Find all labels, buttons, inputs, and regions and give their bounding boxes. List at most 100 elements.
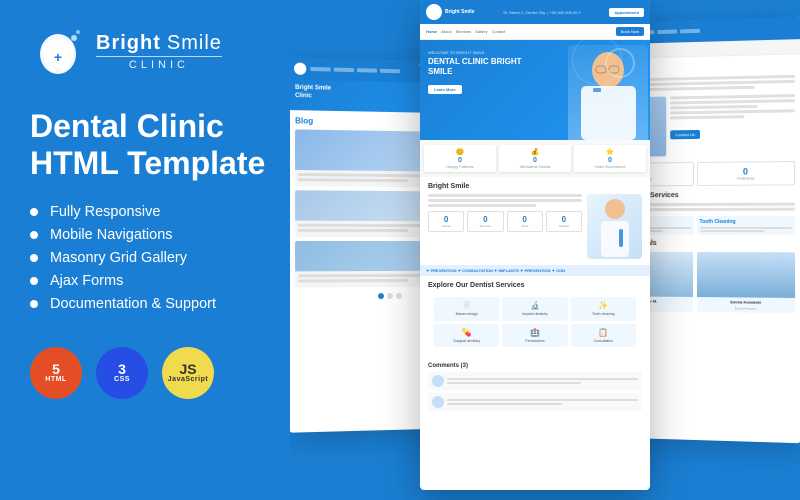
css3-badge: 3 CSS xyxy=(96,347,148,399)
services-title: Explore Our Dentist Services xyxy=(428,282,642,289)
feature-label: Documentation & Support xyxy=(50,296,216,312)
feature-item: Masonry Grid Gallery xyxy=(30,250,290,266)
comments-section: Comments (3) xyxy=(420,357,650,417)
small-stat: 0 Awards xyxy=(546,211,582,232)
logo-bright: Bright xyxy=(96,32,161,54)
stat-number: 0 xyxy=(501,157,569,164)
comment-item xyxy=(428,393,642,411)
logo-smile: Smile xyxy=(167,32,222,54)
subnav-item: Gallery xyxy=(475,29,488,34)
small-stat-num: 0 xyxy=(432,215,460,224)
bullet-icon xyxy=(30,254,38,262)
text-line xyxy=(447,399,638,402)
subnav-item: Services xyxy=(456,29,471,34)
comment-avatar xyxy=(432,396,444,408)
text-line xyxy=(670,99,795,104)
nav-item xyxy=(680,29,700,34)
subnav-item: Contact xyxy=(492,29,506,34)
text-line xyxy=(670,105,757,110)
right-panel: Book Bright SmileClinic Blog xyxy=(290,0,800,500)
small-stat-num: 0 xyxy=(550,215,578,224)
header-logo: Bright Smile xyxy=(426,4,474,20)
service-icon: 💊 xyxy=(437,328,496,337)
header-logo-icon xyxy=(426,4,442,20)
service-label: Implant dentistry xyxy=(505,312,564,317)
section-img-placeholder xyxy=(587,194,642,259)
header-logo-text: Bright Smile xyxy=(445,9,474,15)
front-stats: 😊 0 Happy Patients 💰 0 Affordable Dental… xyxy=(420,140,650,177)
logo-clinic: CLINIC xyxy=(96,59,222,71)
header-contact: St. Street 1, Center City | +00 000 000 … xyxy=(503,10,581,15)
text-line xyxy=(670,115,744,119)
text-line xyxy=(298,229,408,232)
front-header: Bright Smile St. Street 1, Center City |… xyxy=(420,0,650,24)
service-card: 🦷 Braces design xyxy=(434,297,499,321)
comment-avatar xyxy=(432,375,444,387)
stat-card: 0 Treatments xyxy=(696,161,795,186)
logo-area: + Bright Smile CLINIC xyxy=(30,24,290,80)
page-dot xyxy=(396,293,402,299)
feature-label: Fully Responsive xyxy=(50,204,160,220)
left-panel: + Bright Smile CLINIC Dental Clinic HTML… xyxy=(0,0,320,500)
service-label: Periodontics xyxy=(505,339,564,344)
small-stat: 0 Clients xyxy=(428,211,464,232)
hero-cta-button[interactable]: Learn More xyxy=(428,85,462,94)
subnav-item: About xyxy=(441,29,451,34)
nav-item xyxy=(357,68,377,73)
text-line xyxy=(428,204,536,207)
text-line xyxy=(447,378,638,381)
comments-list xyxy=(428,372,642,411)
heading-line2: HTML Template xyxy=(30,145,290,182)
logo-text: Bright Smile CLINIC xyxy=(96,32,222,71)
small-stat-label: Clients xyxy=(432,224,460,228)
back-left-logo xyxy=(294,62,306,74)
service-item: Tooth Cleaning xyxy=(696,216,795,235)
service-label: Teeth cleaning xyxy=(574,312,633,317)
service-icon: ✨ xyxy=(574,301,633,310)
html-num: 5 xyxy=(52,362,60,376)
feature-item: Documentation & Support xyxy=(30,296,290,312)
stat-text: Happy Patients xyxy=(426,164,494,169)
stat-number: 0 xyxy=(576,157,644,164)
services-section: Explore Our Dentist Services 🦷 Braces de… xyxy=(420,276,650,357)
service-icon: 🔬 xyxy=(505,301,564,310)
section-title: Bright Smile xyxy=(428,183,642,190)
page-dot xyxy=(378,293,384,299)
ticker-bar: ✦ PREVENTION ✦ CONSULTATION ✦ IMPLANTS ✦… xyxy=(420,265,650,276)
feature-list: Fully Responsive Mobile Navigations Maso… xyxy=(30,204,290,319)
bullet-icon xyxy=(30,231,38,239)
stat-card: 💰 0 Affordable Dental xyxy=(499,145,571,172)
stat-icon: 😊 xyxy=(426,148,494,156)
js-num: JS xyxy=(179,362,196,376)
small-stat-num: 0 xyxy=(471,215,499,224)
nav-item xyxy=(310,67,330,72)
section-image xyxy=(587,194,642,259)
text-line xyxy=(428,199,582,202)
css-num: 3 xyxy=(118,362,126,376)
front-subnav: Home About Services Gallery Contact Book… xyxy=(420,24,650,40)
text-line xyxy=(699,230,763,232)
stat-icon: 💰 xyxy=(501,148,569,156)
text-line xyxy=(447,382,581,385)
html-label: HTML xyxy=(45,376,66,383)
css-label: CSS xyxy=(114,376,130,383)
nav-item xyxy=(380,69,400,74)
section-stats: 0 Clients 0 Services 0 Years xyxy=(428,211,582,232)
bright-smile-section: Bright Smile 0 Clients 0 xyxy=(420,177,650,265)
team-card: Emma Kowalski Event Presenter xyxy=(697,252,795,313)
header-appointment-btn[interactable]: Appointment xyxy=(609,8,644,17)
service-label: Braces design xyxy=(437,312,496,317)
feature-label: Ajax Forms xyxy=(50,273,123,289)
svg-text:+: + xyxy=(54,49,62,65)
small-stat: 0 Services xyxy=(467,211,503,232)
bullet-icon xyxy=(30,208,38,216)
services-grid: 🦷 Braces design 🔬 Implant dentistry ✨ Te… xyxy=(428,293,642,351)
service-card: 🔬 Implant dentistry xyxy=(502,297,567,321)
text-line xyxy=(447,403,562,406)
service-label: Surgical dentistry xyxy=(437,339,496,344)
nav-item xyxy=(334,68,354,73)
heading-line1: Dental Clinic xyxy=(30,108,290,145)
about-text: Contact Us xyxy=(670,94,795,156)
subnav-items: Home About Services Gallery Contact xyxy=(426,29,505,34)
small-stat-label: Years xyxy=(511,224,539,228)
